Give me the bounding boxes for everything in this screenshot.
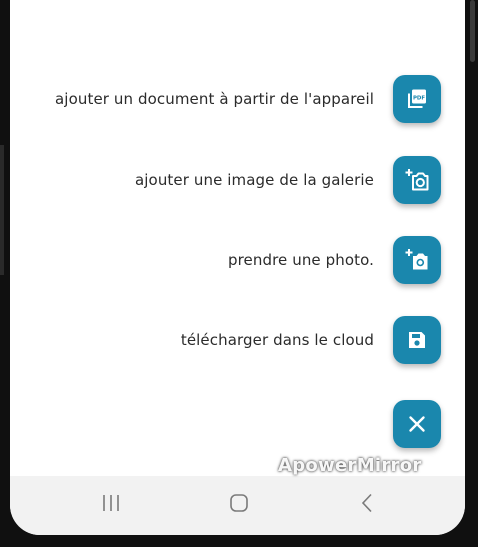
back-button[interactable] (348, 490, 388, 520)
action-add-document[interactable]: ajouter un document à partir de l'appare… (55, 75, 441, 123)
action-add-gallery-image[interactable]: ajouter une image de la galerie (135, 156, 441, 204)
close-icon (407, 414, 427, 434)
add-gallery-image-button[interactable] (393, 156, 441, 204)
home-icon (228, 492, 250, 518)
camera-add-icon (404, 247, 430, 273)
action-label: télécharger dans le cloud (180, 331, 374, 349)
add-photo-icon (404, 167, 430, 193)
close-menu-button[interactable] (393, 400, 441, 448)
svg-text:PDF: PDF (413, 95, 425, 101)
take-photo-button[interactable] (393, 236, 441, 284)
recent-apps-icon (100, 493, 122, 517)
phone-side-button (0, 145, 4, 275)
navigation-bar (10, 476, 465, 535)
pdf-file-icon: PDF (405, 87, 429, 111)
recent-apps-button[interactable] (91, 490, 131, 520)
upload-cloud-button[interactable] (393, 316, 441, 364)
action-take-photo[interactable]: prendre une photo. (228, 236, 441, 284)
add-document-button[interactable]: PDF (393, 75, 441, 123)
back-icon (358, 492, 378, 518)
action-label: prendre une photo. (227, 251, 374, 269)
phone-frame: ajouter un document à partir de l'appare… (0, 0, 478, 547)
action-upload-cloud[interactable]: télécharger dans le cloud (181, 316, 441, 364)
home-button[interactable] (219, 490, 259, 520)
phone-side-button (470, 0, 475, 62)
save-disk-icon (406, 329, 428, 351)
action-label: ajouter une image de la galerie (134, 171, 374, 189)
action-label: ajouter un document à partir de l'appare… (55, 90, 374, 108)
watermark-text: ApowerMirror (278, 455, 422, 476)
